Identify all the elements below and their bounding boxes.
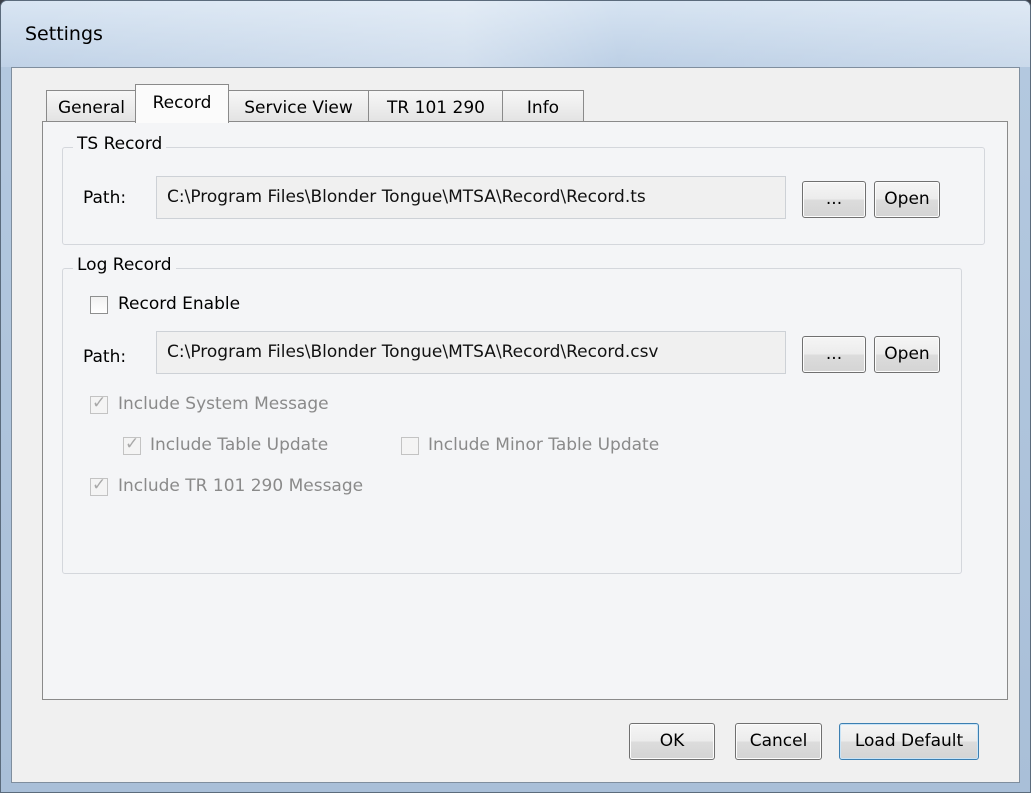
tab-tr-101-290[interactable]: TR 101 290 <box>368 90 504 122</box>
log-open-button[interactable]: Open <box>874 336 940 373</box>
include-tr-message-label[interactable]: Include TR 101 290 Message <box>118 476 363 496</box>
include-system-message-label[interactable]: Include System Message <box>118 394 329 414</box>
include-tr-message-checkbox[interactable]: ✓ <box>90 475 108 496</box>
log-record-group: Log Record Record Enable Path: C:\Progra… <box>62 255 962 574</box>
log-path-field[interactable]: C:\Program Files\Blonder Tongue\MTSA\Rec… <box>156 331 786 374</box>
include-minor-table-update-checkbox[interactable] <box>401 437 419 455</box>
settings-window: Settings General Record Service View TR … <box>0 0 1031 793</box>
checkmark-icon: ✓ <box>92 475 107 495</box>
checkmark-icon: ✓ <box>125 434 140 454</box>
include-table-update-label[interactable]: Include Table Update <box>150 435 328 455</box>
window-title: Settings <box>25 23 103 45</box>
include-table-update-checkbox[interactable]: ✓ <box>123 434 141 455</box>
ts-record-group-label: TS Record <box>73 134 167 154</box>
ts-path-label: Path: <box>83 188 127 208</box>
cancel-button[interactable]: Cancel <box>735 723 822 760</box>
log-record-group-label: Log Record <box>73 255 176 275</box>
tab-record[interactable]: Record <box>135 84 229 123</box>
title-bar[interactable]: Settings <box>1 1 1030 67</box>
log-browse-button[interactable]: ... <box>802 336 866 373</box>
tab-info[interactable]: Info <box>502 90 584 122</box>
ok-button[interactable]: OK <box>629 723 715 760</box>
record-enable-checkbox[interactable] <box>90 296 108 314</box>
tab-service-view[interactable]: Service View <box>227 90 370 122</box>
record-tab-panel: TS Record Path: C:\Program Files\Blonder… <box>42 121 1008 700</box>
ts-browse-button[interactable]: ... <box>802 181 866 218</box>
ts-path-field[interactable]: C:\Program Files\Blonder Tongue\MTSA\Rec… <box>156 176 786 219</box>
checkmark-icon: ✓ <box>92 393 107 413</box>
ts-record-group: TS Record Path: C:\Program Files\Blonder… <box>62 134 985 245</box>
tab-general[interactable]: General <box>46 90 137 122</box>
ts-open-button[interactable]: Open <box>874 181 940 218</box>
dialog-client-area: General Record Service View TR 101 290 I… <box>11 67 1020 783</box>
include-system-message-checkbox[interactable]: ✓ <box>90 393 108 414</box>
record-enable-label[interactable]: Record Enable <box>118 294 240 314</box>
load-default-button[interactable]: Load Default <box>839 723 979 760</box>
include-minor-table-update-label[interactable]: Include Minor Table Update <box>428 435 659 455</box>
log-path-label: Path: <box>83 347 127 367</box>
